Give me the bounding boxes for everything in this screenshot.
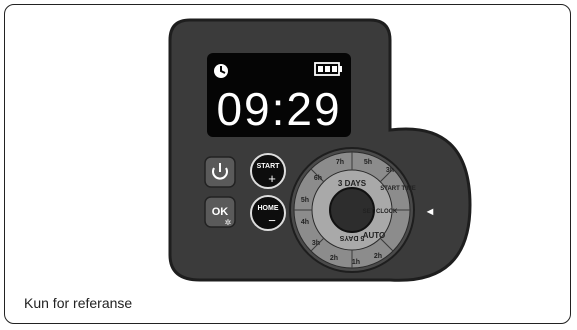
plus-icon: + bbox=[268, 171, 276, 186]
dial-label-5-days: 5 DAYS bbox=[339, 234, 364, 241]
dial-label-set-clock: SET CLOCK bbox=[363, 209, 398, 215]
dial-label-5h-top: 5h bbox=[364, 159, 372, 166]
dial-label-7h-top: 7h bbox=[336, 159, 344, 166]
dial-label-6h-left: 6h bbox=[314, 175, 322, 182]
start-button[interactable]: START + bbox=[250, 153, 286, 189]
ok-label: OK bbox=[212, 206, 229, 218]
dial-label-start-time: START TIME bbox=[380, 186, 416, 192]
start-label: START bbox=[257, 163, 281, 170]
dial-label-3h-top-right: 3h bbox=[386, 167, 394, 174]
dial-label-5h-left: 5h bbox=[301, 197, 309, 204]
dial-label-2h-right: 2h bbox=[374, 253, 382, 260]
device-illustration: 09:29 OK ✲ START + HOME − 3 DAYS SET CLO… bbox=[168, 18, 472, 282]
dial-label-auto: AUTO bbox=[363, 231, 386, 240]
minus-icon: − bbox=[268, 213, 276, 228]
power-button[interactable] bbox=[204, 156, 236, 188]
home-button[interactable]: HOME − bbox=[250, 195, 286, 231]
dial-label-2h-bottom: 2h bbox=[330, 255, 338, 262]
home-label: HOME bbox=[258, 205, 279, 212]
reference-caption: Kun for referanse bbox=[24, 295, 133, 311]
gear-icon: ✲ bbox=[225, 218, 232, 227]
ok-button[interactable]: OK ✲ bbox=[204, 196, 236, 228]
dial-label-4h-left: 4h bbox=[301, 219, 309, 226]
clock-icon bbox=[214, 64, 228, 78]
lcd-time: 09:29 bbox=[216, 83, 341, 135]
dial-label-3h-left: 3h bbox=[312, 240, 320, 247]
dial-label-3-days: 3 DAYS bbox=[338, 179, 367, 188]
dial-label-1h-bottom: 1h bbox=[352, 259, 360, 266]
dial-pointer-icon: ◄ bbox=[425, 206, 436, 218]
